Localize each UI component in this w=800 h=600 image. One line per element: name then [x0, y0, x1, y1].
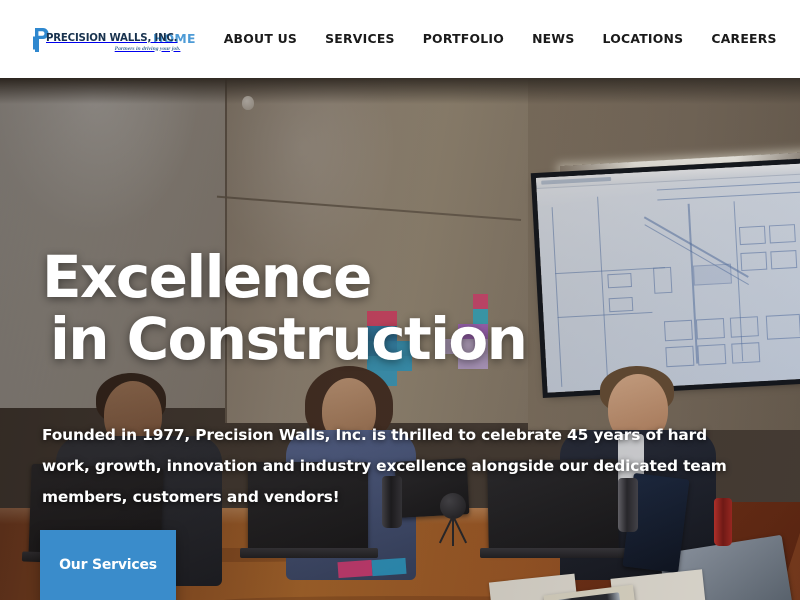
hero-content: Excellence in Construction Founded in 19… [0, 78, 800, 600]
hero-title-line-2: in Construction [50, 305, 528, 374]
nav-item-portfolio[interactable]: PORTFOLIO [409, 30, 518, 48]
nav-item-locations[interactable]: LOCATIONS [589, 30, 698, 48]
hero-section: Excellence in Construction Founded in 19… [0, 78, 800, 600]
hero-title: Excellence in Construction [42, 246, 762, 370]
logo-company-name: PRECISION WALLS, INC. [46, 31, 178, 44]
site-logo[interactable]: PRECISION WALLS, INC. Partners in drivin… [33, 26, 180, 53]
our-services-button-label: Our Services [59, 557, 157, 573]
nav-item-services[interactable]: SERVICES [311, 30, 409, 48]
nav-item-careers[interactable]: CAREERS [697, 30, 790, 48]
main-navigation: HOME ABOUT US SERVICES PORTFOLIO NEWS LO… [139, 30, 800, 48]
nav-item-contact[interactable]: CONTACT [791, 30, 800, 48]
hero-paragraph: Founded in 1977, Precision Walls, Inc. i… [42, 426, 727, 506]
nav-item-about-us[interactable]: ABOUT US [210, 30, 311, 48]
our-services-button[interactable]: Our Services [40, 530, 176, 600]
nav-item-news[interactable]: NEWS [518, 30, 588, 48]
site-header: PRECISION WALLS, INC. Partners in drivin… [0, 0, 800, 78]
hero-title-line-1: Excellence [42, 243, 372, 311]
